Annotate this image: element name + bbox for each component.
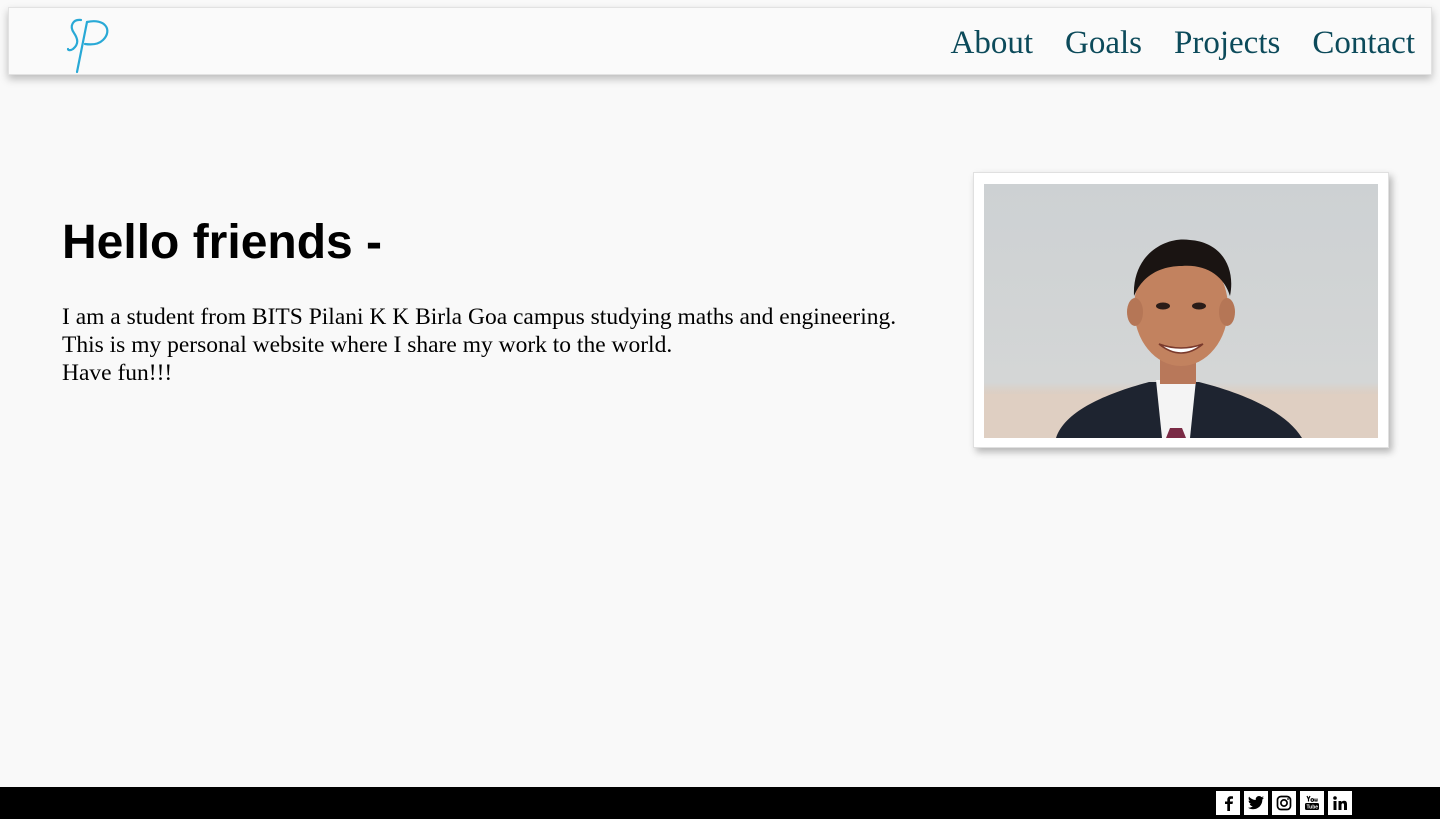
nav-about-link[interactable]: About	[951, 23, 1034, 63]
nav-contact-link[interactable]: Contact	[1312, 23, 1415, 63]
intro-line: Have fun!!!	[62, 360, 173, 386]
profile-photo	[984, 184, 1378, 438]
nav-menu: About Goals Projects Contact	[951, 23, 1415, 63]
navbar: About Goals Projects Contact	[8, 7, 1432, 75]
instagram-icon[interactable]	[1272, 791, 1296, 815]
facebook-icon[interactable]	[1216, 791, 1240, 815]
footer: Tube	[0, 787, 1440, 819]
nav-projects-link[interactable]: Projects	[1174, 23, 1280, 63]
linkedin-icon[interactable]	[1328, 791, 1352, 815]
sp-logo[interactable]	[65, 16, 113, 74]
hero-heading: Hello friends -	[62, 216, 383, 269]
nav-goals-link[interactable]: Goals	[1065, 23, 1142, 63]
svg-text:Tube: Tube	[1307, 805, 1319, 811]
intro-text: I am a student from BITS Pilani K K Birl…	[62, 303, 896, 387]
profile-photo-frame	[973, 172, 1389, 448]
social-links: Tube	[1216, 791, 1352, 815]
intro-line: I am a student from BITS Pilani K K Birl…	[62, 304, 897, 330]
intro-line: This is my personal website where I shar…	[62, 332, 673, 358]
twitter-icon[interactable]	[1244, 791, 1268, 815]
youtube-icon[interactable]: Tube	[1300, 791, 1324, 815]
